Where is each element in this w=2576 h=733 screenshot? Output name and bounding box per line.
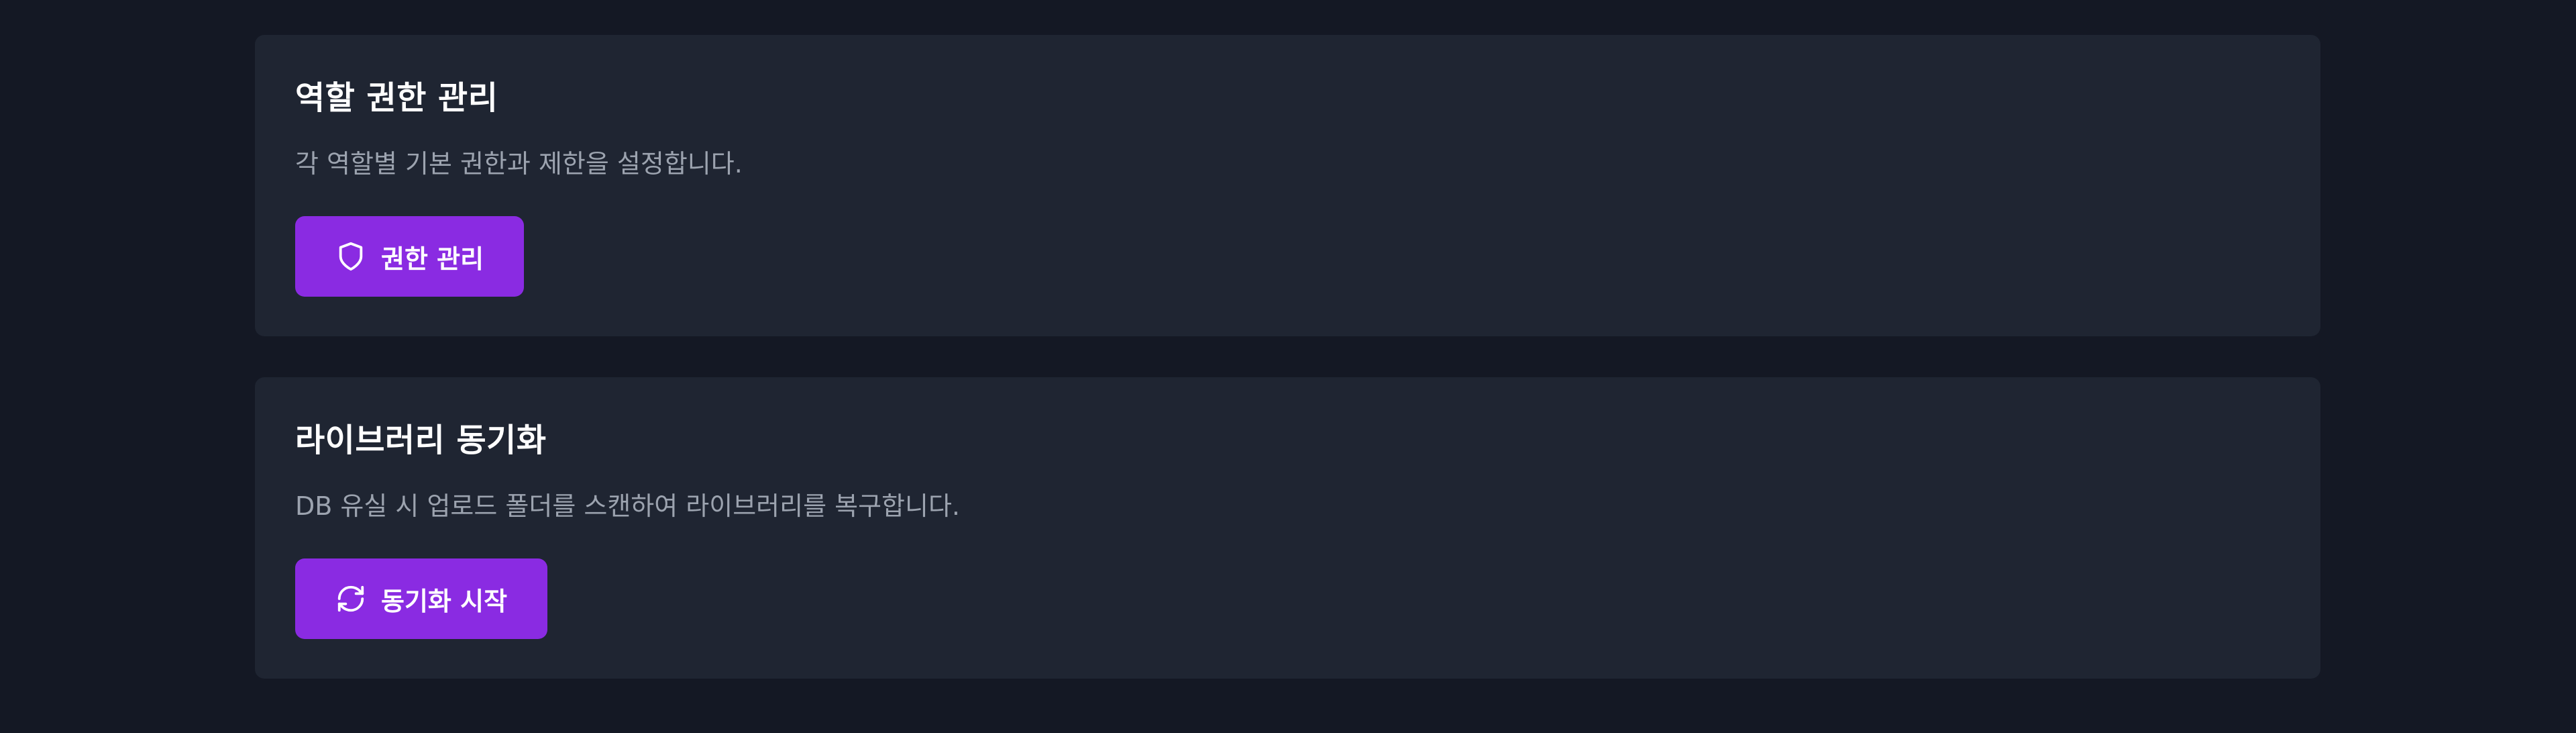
role-permissions-card: 역할 권한 관리 각 역할별 기본 권한과 제한을 설정합니다. 권한 관리 bbox=[255, 35, 2320, 336]
library-sync-title: 라이브러리 동기화 bbox=[295, 422, 547, 459]
manage-permissions-button[interactable]: 권한 관리 bbox=[295, 216, 525, 297]
manage-permissions-label: 권한 관리 bbox=[381, 244, 484, 274]
role-permissions-title: 역할 권한 관리 bbox=[295, 79, 498, 117]
role-permissions-description: 각 역할별 기본 권한과 제한을 설정합니다. bbox=[295, 149, 743, 179]
refresh-icon bbox=[335, 583, 366, 614]
library-sync-card: 라이브러리 동기화 DB 유실 시 업로드 폴더를 스캔하여 라이브러리를 복구… bbox=[255, 377, 2320, 679]
shield-icon bbox=[335, 241, 366, 272]
start-sync-label: 동기화 시작 bbox=[381, 586, 508, 616]
library-sync-description: DB 유실 시 업로드 폴더를 스캔하여 라이브러리를 복구합니다. bbox=[295, 491, 961, 521]
start-sync-button[interactable]: 동기화 시작 bbox=[295, 558, 548, 639]
